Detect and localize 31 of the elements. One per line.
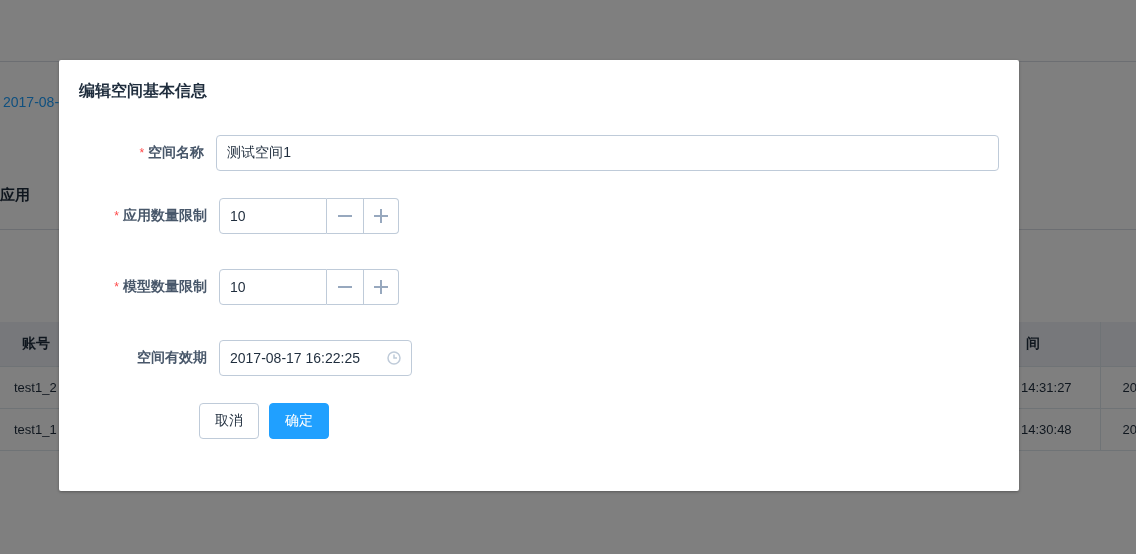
decrement-button[interactable]	[327, 269, 364, 305]
decrement-button[interactable]	[327, 198, 364, 234]
required-mark: *	[114, 209, 119, 223]
table-cell: 14:31:27	[1021, 380, 1072, 395]
table-cell: 20	[1122, 380, 1136, 395]
column-header: 账号	[22, 335, 50, 351]
minus-icon	[338, 215, 352, 217]
table-cell: 14:30:48	[1021, 422, 1072, 437]
field-label: 模型数量限制	[123, 278, 207, 294]
field-label: 应用数量限制	[123, 207, 207, 223]
required-mark: *	[139, 146, 145, 160]
cancel-button[interactable]: 取消	[199, 403, 259, 439]
plus-icon	[374, 209, 388, 223]
plus-icon	[374, 280, 388, 294]
column-header: 间	[1025, 335, 1040, 351]
table-cell: test1_2	[14, 380, 57, 395]
minus-icon	[338, 286, 352, 288]
increment-button[interactable]	[364, 269, 399, 305]
required-mark: *	[114, 280, 119, 294]
number-field[interactable]: 10	[219, 198, 327, 234]
table-cell: 20	[1122, 422, 1136, 437]
field-label: 空间有效期	[137, 349, 207, 365]
section-title: 应用	[0, 186, 30, 203]
field-label: 空间名称	[148, 144, 205, 160]
table-cell: test1_1	[14, 422, 57, 437]
increment-button[interactable]	[364, 198, 399, 234]
dialog-title: 编辑空间基本信息	[79, 81, 207, 101]
clock-icon	[387, 351, 401, 365]
number-field[interactable]: 10	[219, 269, 327, 305]
datetime-field[interactable]: 2017-08-17 16:22:25	[219, 340, 412, 376]
name-field[interactable]: 测试空间1	[216, 135, 999, 171]
